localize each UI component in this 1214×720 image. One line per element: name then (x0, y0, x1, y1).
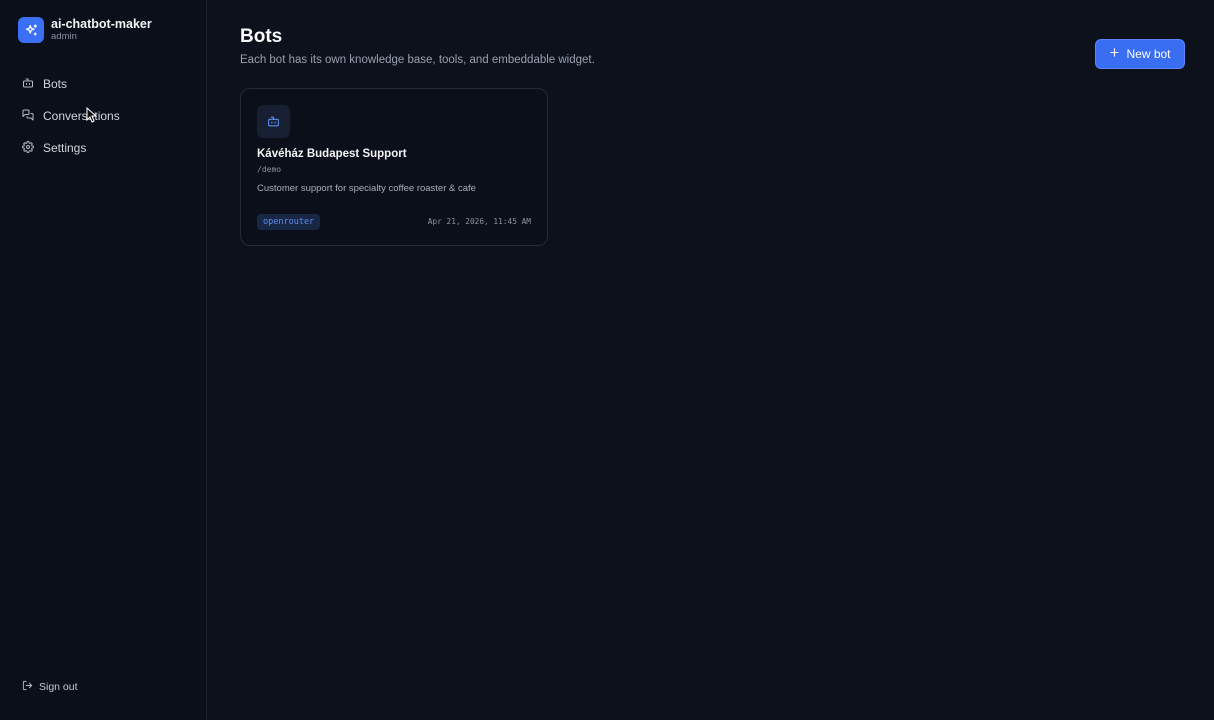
sidebar: ai-chatbot-maker admin Bots Conversation… (0, 0, 207, 720)
sidebar-item-settings[interactable]: Settings (14, 134, 194, 162)
bot-icon (257, 105, 290, 138)
new-bot-button[interactable]: New bot (1095, 39, 1185, 69)
sidebar-item-label: Conversations (43, 109, 120, 123)
sparkles-icon (18, 17, 44, 44)
bot-name: Kávéház Budapest Support (257, 148, 407, 160)
bot-description: Customer support for specialty coffee ro… (257, 183, 476, 194)
brand[interactable]: ai-chatbot-maker admin (18, 17, 152, 44)
gear-icon (22, 140, 34, 156)
app-root: ai-chatbot-maker admin Bots Conversation… (0, 0, 1214, 720)
provider-badge: openrouter (257, 214, 321, 230)
brand-role: admin (51, 31, 77, 43)
logout-icon (22, 680, 33, 694)
bot-card[interactable]: Kávéház Budapest Support /demo Customer … (240, 88, 548, 246)
main-content: Bots Each bot has its own knowledge base… (207, 0, 1214, 720)
sidebar-nav: Bots Conversations Settings (14, 70, 194, 166)
bot-icon (22, 77, 34, 92)
bot-date: Apr 21, 2026, 11:45 AM (427, 217, 531, 226)
brand-name: ai-chatbot-maker (51, 17, 152, 31)
page-subtitle: Each bot has its own knowledge base, too… (240, 54, 595, 66)
mouse-cursor-icon (86, 106, 98, 128)
page-title: Bots (240, 26, 283, 47)
sign-out-button[interactable]: Sign out (22, 680, 78, 694)
new-bot-label: New bot (1126, 47, 1171, 61)
chat-bubbles-icon (22, 109, 34, 124)
sign-out-label: Sign out (39, 681, 78, 693)
sidebar-item-conversations[interactable]: Conversations (14, 102, 194, 130)
bot-slug: /demo (257, 165, 282, 174)
plus-icon (1109, 47, 1120, 61)
sidebar-item-label: Bots (43, 77, 68, 91)
sidebar-item-label: Settings (43, 141, 87, 155)
sidebar-item-bots[interactable]: Bots (14, 70, 194, 98)
